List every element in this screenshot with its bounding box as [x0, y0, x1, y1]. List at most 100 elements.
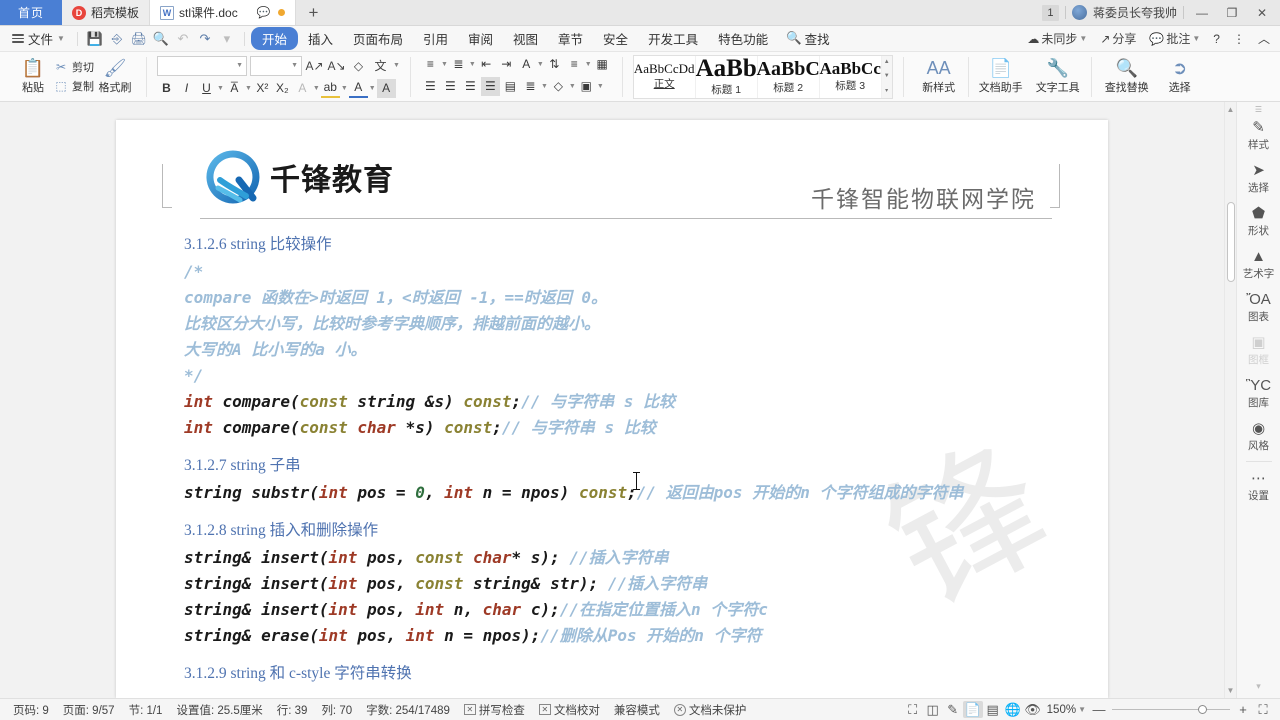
menu-item-review[interactable]: 审阅: [458, 27, 503, 50]
zoom-slider[interactable]: [1112, 705, 1230, 714]
new-tab-button[interactable]: +: [296, 0, 330, 25]
show-marks-button[interactable]: ▦: [593, 55, 612, 74]
menu-item-security[interactable]: 安全: [593, 27, 638, 50]
paragraph-layout-button[interactable]: ≣: [521, 77, 540, 96]
menu-item-view[interactable]: 视图: [503, 27, 548, 50]
comment-button[interactable]: 💬 批注 ▼: [1144, 30, 1205, 47]
font-size-input[interactable]: ▼: [250, 55, 302, 76]
save-icon[interactable]: 💾: [84, 28, 106, 50]
sidebar-item-2[interactable]: ⬟ 形状: [1237, 200, 1280, 243]
status-doc-unprotected[interactable]: ✕ 文档未保护: [667, 702, 754, 718]
two-page-icon[interactable]: ◫: [923, 701, 943, 718]
help-button[interactable]: ?: [1208, 32, 1225, 46]
line-spacing-button[interactable]: ≡: [565, 55, 584, 74]
menu-item-special-features[interactable]: 特色功能: [708, 27, 778, 50]
menu-item-dev-tools[interactable]: 开发工具: [638, 27, 708, 50]
zoom-in-button[interactable]: +: [1236, 702, 1250, 717]
sidebar-item-7[interactable]: ◉ 风格: [1237, 415, 1280, 458]
zoom-slider-knob[interactable]: [1198, 705, 1207, 714]
shading-button[interactable]: ◇: [549, 77, 568, 96]
print-preview-icon[interactable]: 🔍: [150, 28, 172, 50]
tab-comment-icon[interactable]: 💬: [257, 6, 271, 19]
document-scroll-area[interactable]: 锋 千锋教育 千锋智能物联网学院 3.1.2.6 string 比较操作 /* …: [0, 102, 1224, 698]
collapse-ribbon-button[interactable]: ︿: [1253, 30, 1275, 47]
align-right-button[interactable]: ☰: [461, 77, 480, 96]
more-options-button[interactable]: ⋮: [1228, 32, 1250, 46]
distribute-button[interactable]: ▤: [501, 77, 520, 96]
borders-button[interactable]: ▣: [577, 77, 596, 96]
clear-format-icon[interactable]: ◇: [349, 56, 368, 75]
document-page[interactable]: 锋 千锋教育 千锋智能物联网学院 3.1.2.6 string 比较操作 /* …: [116, 120, 1108, 698]
status-doc-proof[interactable]: ✕ 文档校对: [532, 702, 607, 718]
align-left-button[interactable]: ☰: [421, 77, 440, 96]
increase-font-size-icon[interactable]: A↗: [305, 56, 324, 75]
fullscreen-icon[interactable]: ⛶: [903, 701, 923, 718]
undo-icon[interactable]: ↶: [172, 28, 194, 50]
style-item-body[interactable]: AaBbCcDd 正文: [634, 55, 696, 98]
menu-item-references[interactable]: 引用: [413, 27, 458, 50]
print-icon[interactable]: 🖨: [128, 28, 150, 50]
font-color-button[interactable]: A: [348, 79, 368, 98]
fit-page-button[interactable]: ⛶: [1256, 702, 1270, 718]
find-replace-button[interactable]: 🔍 查找替换: [1096, 59, 1158, 95]
menu-item-find[interactable]: 🔍 查找: [778, 29, 838, 48]
outline-view-icon[interactable]: ▤: [983, 701, 1003, 718]
sidebar-item-3[interactable]: ▲ 艺术字: [1237, 243, 1280, 286]
status-compat-mode[interactable]: 兼容模式: [607, 702, 667, 718]
sync-status-button[interactable]: ☁ 未同步 ▼: [1022, 30, 1092, 47]
style-item-heading2[interactable]: AaBbC 标题 2: [757, 55, 820, 98]
zoom-level-button[interactable]: 150% ▼: [1047, 704, 1086, 716]
web-view-icon[interactable]: 🌐: [1003, 701, 1023, 718]
scroll-track[interactable]: [1225, 117, 1237, 683]
format-painter-button[interactable]: 🖌 格式刷: [94, 59, 136, 95]
menu-item-section[interactable]: 章节: [548, 27, 593, 50]
italic-button[interactable]: I: [177, 79, 196, 98]
bullet-list-button[interactable]: ≡: [421, 55, 440, 74]
character-shading-button[interactable]: A: [376, 78, 396, 98]
menu-item-insert[interactable]: 插入: [298, 27, 343, 50]
superscript-button[interactable]: X²: [253, 79, 272, 98]
styles-scroll-buttons[interactable]: ▲ ▼ ▾: [881, 55, 892, 98]
menu-item-start[interactable]: 开始: [250, 27, 298, 50]
avatar[interactable]: [1071, 5, 1087, 20]
scroll-thumb[interactable]: [1226, 202, 1235, 282]
tab-stl-document[interactable]: W stl课件.doc 💬: [150, 0, 297, 25]
scroll-down-icon[interactable]: ▼: [1227, 683, 1235, 698]
eye-protect-icon[interactable]: 👁: [1023, 701, 1043, 718]
document-vertical-scrollbar[interactable]: ▲ ▼: [1224, 102, 1236, 698]
bold-button[interactable]: B: [157, 79, 176, 98]
scroll-up-icon[interactable]: ▲: [1227, 102, 1235, 117]
copy-button[interactable]: ⬚ 复制: [54, 78, 94, 94]
pinyin-guide-icon[interactable]: 文: [371, 56, 390, 75]
sidebar-collapse-icon[interactable]: ▾: [1256, 681, 1261, 692]
highlight-color-button[interactable]: ab: [320, 79, 340, 98]
status-word-count[interactable]: 字数: 254/17489: [359, 702, 457, 718]
sort-button[interactable]: ⇅: [545, 55, 564, 74]
strikethrough-button[interactable]: A̅: [225, 79, 244, 98]
font-name-input[interactable]: ▼: [157, 55, 247, 76]
document-body[interactable]: 3.1.2.6 string 比较操作 /* compare 函数在>时返回 1，<…: [184, 219, 1046, 686]
restore-button[interactable]: ❐: [1220, 6, 1244, 20]
minimize-button[interactable]: —: [1190, 6, 1214, 20]
sidebar-item-6[interactable]: ὛC 图库: [1237, 372, 1280, 415]
status-spell-check[interactable]: ✕ 拼写检查: [457, 702, 532, 718]
style-item-heading3[interactable]: AaBbCc 标题 3: [819, 55, 882, 98]
notification-badge[interactable]: 1: [1041, 4, 1059, 21]
menu-item-page-layout[interactable]: 页面布局: [343, 27, 413, 50]
select-button[interactable]: ➲ 选择: [1158, 59, 1202, 95]
decrease-indent-button[interactable]: ⇤: [477, 55, 496, 74]
underline-button[interactable]: U: [197, 79, 216, 98]
redo-icon[interactable]: ↷: [194, 28, 216, 50]
justify-button[interactable]: ☰: [480, 76, 500, 96]
close-button[interactable]: ✕: [1250, 6, 1274, 20]
sidebar-scroll-up-icon[interactable]: ☰: [1255, 106, 1262, 114]
decrease-font-size-icon[interactable]: A↘: [327, 56, 346, 75]
home-tab[interactable]: 首页: [0, 0, 62, 25]
style-item-heading1[interactable]: AaBb 标题 1: [696, 55, 758, 98]
edit-mode-icon[interactable]: ✎: [943, 701, 963, 718]
save-as-cloud-icon[interactable]: ⎆: [106, 28, 128, 50]
new-style-button[interactable]: AA 新样式: [914, 59, 964, 95]
align-center-button[interactable]: ☰: [441, 77, 460, 96]
share-button[interactable]: ↗ 分享: [1095, 30, 1141, 47]
numbered-list-button[interactable]: ≣: [449, 55, 468, 74]
